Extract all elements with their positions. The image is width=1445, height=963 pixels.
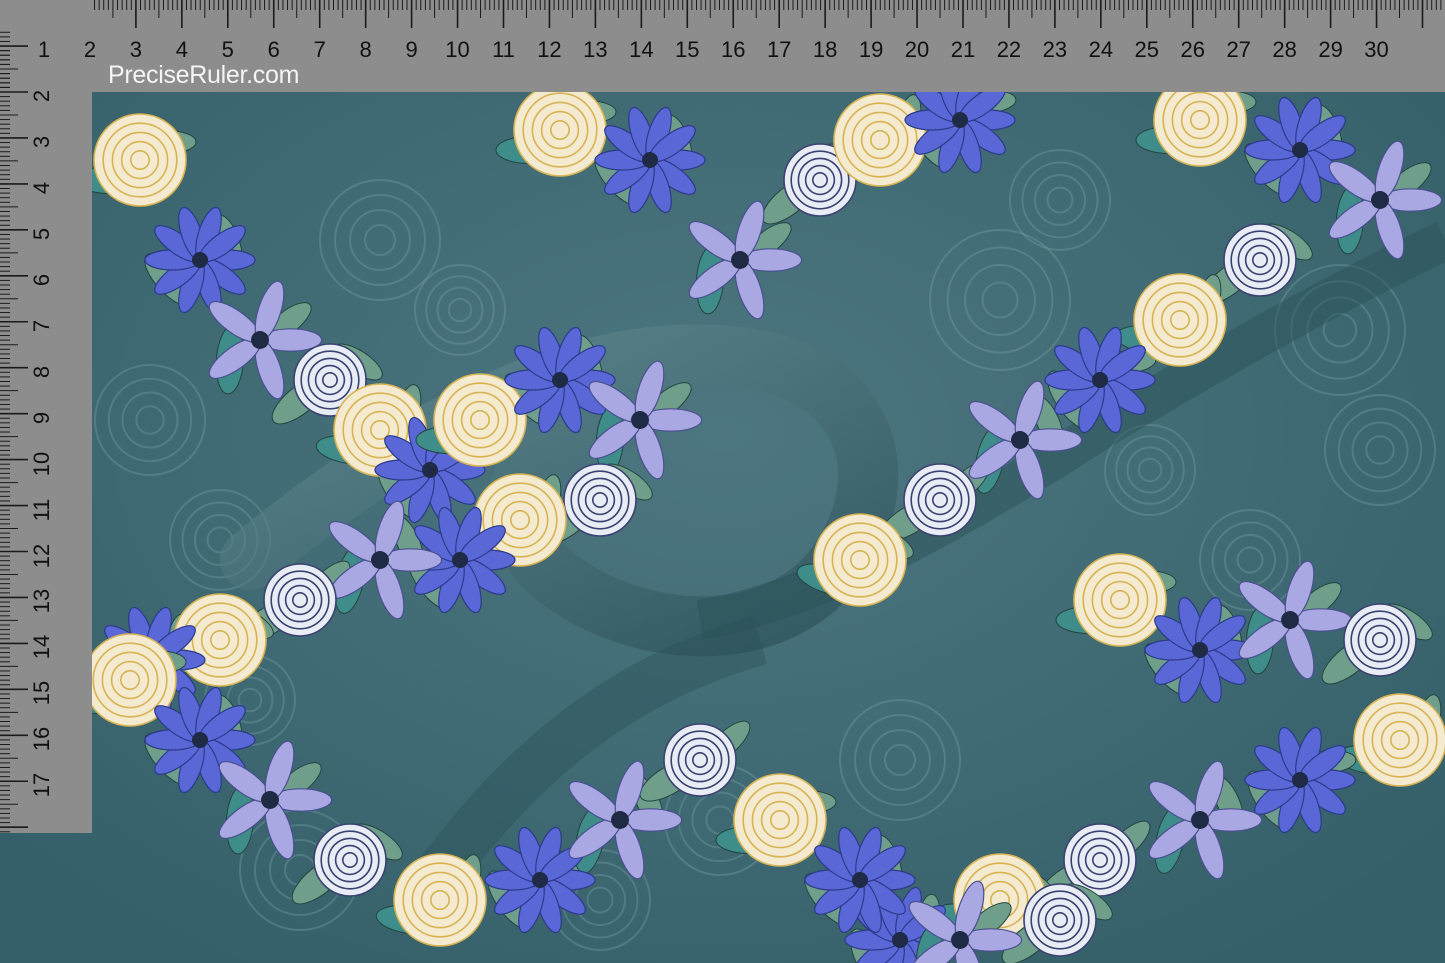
ruler-top-label: 8 — [359, 37, 372, 62]
ruler-top-label: 5 — [221, 37, 234, 62]
peony — [93, 113, 187, 207]
peony — [1073, 553, 1167, 647]
ruler-top-label: 25 — [1134, 37, 1160, 62]
ruler-top-label: 19 — [858, 37, 884, 62]
peony — [733, 773, 827, 867]
ruler-top-label: 7 — [313, 37, 326, 62]
ruler-left-label: 10 — [29, 451, 54, 476]
peony — [1343, 603, 1417, 677]
fabric-swatch-photo — [0, 0, 1445, 963]
peony — [433, 373, 527, 467]
ruler-top-label: 9 — [405, 37, 418, 62]
ruler-left-label: 14 — [29, 635, 54, 660]
peony — [393, 853, 487, 947]
ruler-left-label: 16 — [29, 727, 54, 752]
ruler-top-label: 12 — [537, 37, 562, 62]
peony — [1223, 223, 1297, 297]
ruler-top-label: 17 — [766, 37, 792, 62]
ruler-top-label: 24 — [1088, 37, 1114, 62]
ruler-top-label: 15 — [675, 37, 700, 62]
ruler-left-label: 4 — [29, 181, 54, 195]
peony — [903, 463, 977, 537]
ruler-left-label: 17 — [29, 773, 54, 798]
ruler-top-label: 30 — [1364, 37, 1389, 62]
ruler-top-label: 26 — [1180, 37, 1205, 62]
peony — [313, 823, 387, 897]
peony — [1353, 693, 1445, 787]
ruler-top-label: 23 — [1042, 37, 1068, 62]
ruler-left-label: 13 — [29, 589, 54, 614]
peony — [1133, 273, 1227, 367]
ruler-left-label: 12 — [29, 543, 54, 568]
ruler-top-label: 22 — [996, 37, 1022, 62]
ruler-top-label: 2 — [83, 37, 97, 62]
peony — [563, 463, 637, 537]
peony — [663, 723, 737, 797]
ruler-left-label: 11 — [29, 498, 54, 521]
ruler-top-label: 10 — [445, 37, 470, 62]
ruler-top-label: 14 — [629, 37, 654, 62]
ruler-left-label: 9 — [29, 411, 54, 424]
ruler-left-label: 6 — [29, 273, 54, 286]
ruler-top-label: 13 — [583, 37, 608, 62]
ruler-top-label: 1 — [37, 37, 51, 62]
ruler-top-label: 21 — [950, 37, 976, 62]
ruler-top-label: 28 — [1272, 37, 1297, 62]
ruler-top-label: 11 — [492, 37, 515, 62]
ruler-top-label: 16 — [721, 37, 746, 62]
ruler-left-label: 2 — [29, 89, 54, 103]
peony — [263, 563, 337, 637]
ruler-left-label: 3 — [29, 135, 54, 149]
peony — [1023, 883, 1097, 957]
peony — [813, 513, 907, 607]
ruler-top-label: 6 — [267, 37, 280, 62]
ruler-left-label: 7 — [29, 319, 54, 332]
ruler-top-label: 3 — [129, 37, 143, 62]
ruler-top-label: 29 — [1318, 37, 1343, 62]
ruler-top-label: 20 — [904, 37, 930, 62]
ruler-top-label: 27 — [1226, 37, 1251, 62]
brand-watermark: PreciseRuler.com — [108, 61, 300, 89]
peony — [513, 83, 607, 177]
ruler-left-label: 5 — [29, 227, 54, 240]
peony — [833, 93, 927, 187]
ruler-top-label: 4 — [175, 37, 188, 62]
ruler-left-label: 8 — [29, 365, 54, 378]
ruler-top-label: 18 — [812, 37, 838, 62]
product-photo: 1 2 3 4 5 6 7 8 9 10 11 12 13 14 15 16 17 18 19 20 21 22 23 24 2… — [0, 0, 1445, 963]
ruler-left-label: 15 — [29, 681, 54, 706]
